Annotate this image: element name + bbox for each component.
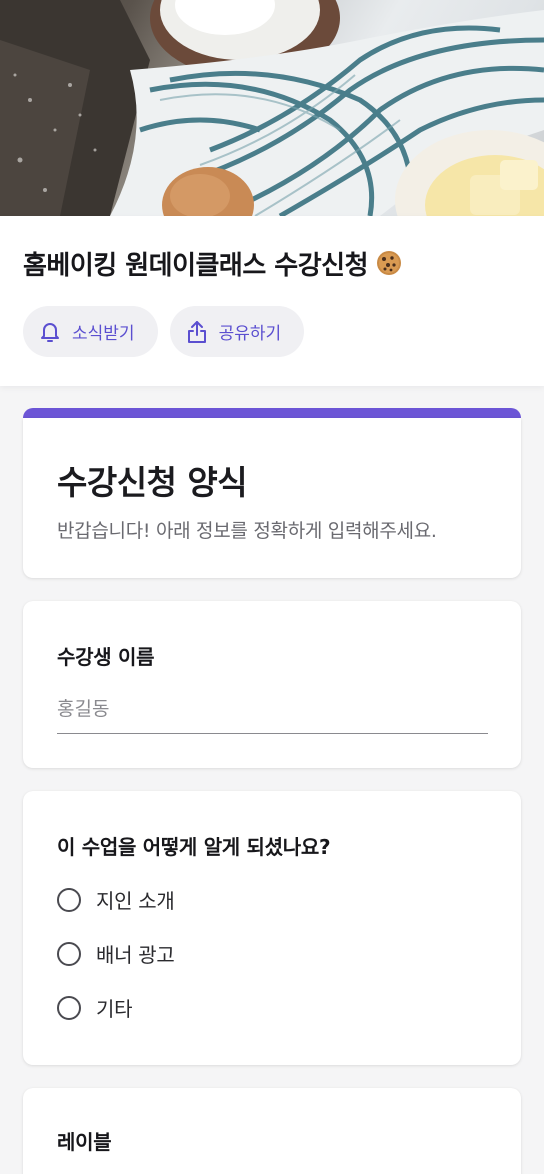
baking-photo	[0, 0, 544, 216]
radio-button[interactable]	[57, 887, 81, 912]
share-icon	[187, 320, 207, 344]
radio-option-referral[interactable]: 지인 소개	[57, 885, 175, 914]
hero-image	[0, 0, 544, 216]
bell-icon	[40, 321, 60, 343]
radio-label: 배너 광고	[96, 943, 175, 967]
cookie-icon	[376, 250, 402, 276]
radio-button[interactable]	[57, 995, 81, 1020]
question-card-label: 레이블	[23, 1088, 521, 1174]
share-button[interactable]: 공유하기	[169, 306, 305, 357]
question-label: 레이블	[57, 1130, 112, 1154]
question-label: 이 수업을 어떻게 알게 되셨나요?	[57, 835, 331, 859]
radio-label: 기타	[96, 997, 133, 1021]
name-input[interactable]	[57, 693, 488, 734]
share-label: 공유하기	[218, 324, 282, 344]
title-row: 홈베이킹 원데이클래스 수강신청	[23, 246, 402, 281]
page-header: 홈베이킹 원데이클래스 수강신청 소식받기 공유하기	[0, 216, 544, 386]
page-title: 홈베이킹 원데이클래스 수강신청	[23, 250, 368, 281]
radio-button[interactable]	[57, 941, 81, 966]
radio-label: 지인 소개	[96, 889, 175, 913]
question-label: 수강생 이름	[57, 645, 155, 669]
form-title: 수강신청 양식	[57, 463, 248, 502]
header-actions: 소식받기 공유하기	[23, 306, 305, 357]
radio-option-banner[interactable]: 배너 광고	[57, 939, 175, 968]
subscribe-button[interactable]: 소식받기	[23, 306, 158, 357]
question-card-name: 수강생 이름	[23, 601, 521, 768]
form-description: 반갑습니다! 아래 정보를 정확하게 입력해주세요.	[57, 520, 437, 542]
subscribe-label: 소식받기	[72, 324, 135, 344]
radio-option-other[interactable]: 기타	[57, 993, 133, 1022]
form-intro-card: 수강신청 양식 반갑습니다! 아래 정보를 정확하게 입력해주세요.	[23, 418, 521, 578]
question-card-source: 이 수업을 어떻게 알게 되셨나요? 지인 소개 배너 광고 기타	[23, 791, 521, 1065]
